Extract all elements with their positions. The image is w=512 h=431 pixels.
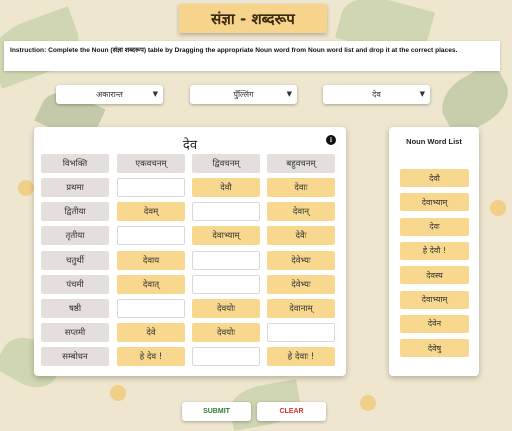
word-tile[interactable]: देवेषु bbox=[400, 339, 469, 358]
ending-select[interactable]: अकारान्त ▼ bbox=[56, 85, 163, 104]
chevron-down-icon: ▼ bbox=[152, 90, 158, 98]
filled-cell[interactable]: देवात् bbox=[117, 274, 185, 294]
filled-cell[interactable]: हे देवाः ! bbox=[267, 347, 335, 367]
flower-decoration bbox=[490, 200, 506, 216]
case-label: षष्ठी bbox=[41, 299, 109, 318]
gender-select-value: पुँल्लिंग bbox=[233, 90, 254, 99]
word-tile[interactable]: देवः bbox=[400, 217, 469, 236]
filled-cell[interactable]: देवे bbox=[117, 323, 185, 343]
case-label: प्रथमा bbox=[41, 178, 109, 197]
table-header: द्विवचनम् bbox=[192, 154, 260, 173]
filled-cell[interactable]: हे देव ! bbox=[117, 347, 185, 367]
filled-cell[interactable]: देवम् bbox=[117, 202, 185, 222]
word-list-title: Noun Word List bbox=[406, 137, 462, 146]
word-list-panel: Noun Word List देवौ देवाभ्याम् देवः हे देवौ… bbox=[389, 127, 479, 376]
instruction-text: Instruction: Complete the Noun (संज्ञा श… bbox=[4, 41, 500, 71]
flower-decoration bbox=[360, 395, 376, 411]
word-select[interactable]: देव ▼ bbox=[323, 85, 430, 104]
table-header: एकवचनम् bbox=[117, 154, 185, 173]
info-icon[interactable]: i bbox=[326, 135, 336, 145]
filled-cell[interactable]: देवान् bbox=[267, 202, 335, 222]
drop-zone[interactable] bbox=[192, 202, 260, 222]
filled-cell[interactable]: देवयोः bbox=[192, 299, 260, 318]
filled-cell[interactable]: देवेभ्यः bbox=[267, 250, 335, 270]
word-tile[interactable]: देवाभ्याम् bbox=[400, 290, 469, 309]
case-label: चतुर्थी bbox=[41, 250, 109, 270]
gender-select[interactable]: पुँल्लिंग ▼ bbox=[190, 85, 297, 104]
filled-cell[interactable]: देवाभ्याम् bbox=[192, 226, 260, 246]
filled-cell[interactable]: देवाय bbox=[117, 250, 185, 270]
case-label: द्वितीया bbox=[41, 202, 109, 222]
table-title: देव bbox=[182, 138, 198, 153]
page-title: संज्ञा - शब्दरूप bbox=[179, 4, 327, 33]
chevron-down-icon: ▼ bbox=[286, 90, 292, 98]
word-select-value: देव bbox=[372, 90, 381, 99]
word-tile[interactable]: हे देवौ ! bbox=[400, 241, 469, 260]
case-label: सप्तमी bbox=[41, 323, 109, 343]
filled-cell[interactable]: देवैः bbox=[267, 226, 335, 246]
filled-cell[interactable]: देवेभ्यः bbox=[267, 274, 335, 294]
filled-cell[interactable]: देवौ bbox=[192, 178, 260, 197]
word-tile[interactable]: देवस्य bbox=[400, 266, 469, 285]
word-tile[interactable]: देवौ bbox=[400, 169, 469, 187]
word-tile[interactable]: देवेन bbox=[400, 314, 469, 333]
drop-zone[interactable] bbox=[192, 274, 260, 294]
drop-zone[interactable] bbox=[117, 226, 185, 246]
flower-decoration bbox=[18, 180, 34, 196]
ending-select-value: अकारान्त bbox=[96, 90, 123, 99]
noun-table-card: देव i विभक्ति एकवचनम् द्विवचनम् बहुवचनम् प्र… bbox=[34, 127, 346, 376]
word-tile[interactable]: देवाभ्याम् bbox=[400, 193, 469, 212]
filled-cell[interactable]: देवाः bbox=[267, 178, 335, 197]
case-label: तृतीया bbox=[41, 226, 109, 246]
drop-zone[interactable] bbox=[117, 178, 185, 197]
clear-button[interactable]: CLEAR bbox=[257, 402, 326, 421]
drop-zone[interactable] bbox=[192, 347, 260, 367]
filled-cell[interactable]: देवानाम् bbox=[267, 299, 335, 318]
drop-zone[interactable] bbox=[267, 323, 335, 343]
drop-zone[interactable] bbox=[192, 250, 260, 270]
table-header: बहुवचनम् bbox=[267, 154, 335, 173]
case-label: पंचमी bbox=[41, 274, 109, 294]
drop-zone[interactable] bbox=[117, 299, 185, 318]
submit-button[interactable]: SUBMIT bbox=[182, 402, 251, 421]
chevron-down-icon: ▼ bbox=[419, 90, 425, 98]
table-header: विभक्ति bbox=[41, 154, 109, 173]
filled-cell[interactable]: देवयोः bbox=[192, 323, 260, 343]
flower-decoration bbox=[110, 385, 126, 401]
case-label: सम्बोधन bbox=[41, 347, 109, 367]
